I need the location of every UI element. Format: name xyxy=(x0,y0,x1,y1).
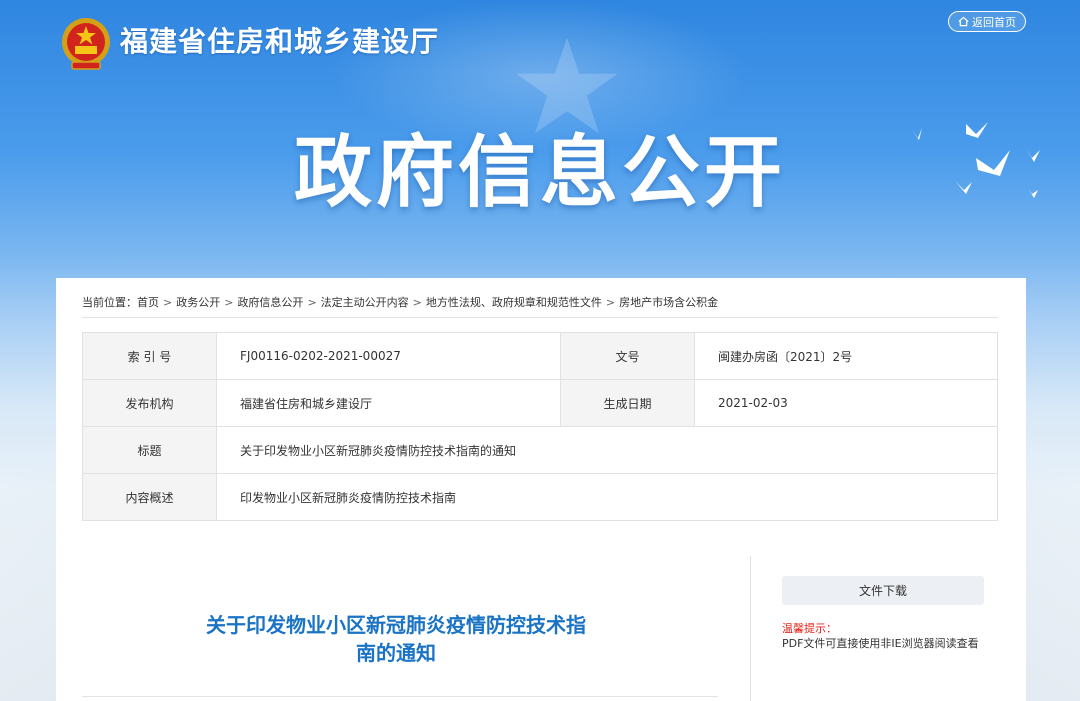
summary-value: 印发物业小区新冠肺炎疫情防控技术指南 xyxy=(216,473,998,521)
content-sidebar-divider xyxy=(750,556,751,701)
table-row: 发布机构 福建省住房和城乡建设厅 生成日期 2021-02-03 xyxy=(82,379,998,427)
breadcrumb-divider xyxy=(82,317,998,318)
home-icon xyxy=(958,16,969,27)
index-number-label: 索 引 号 xyxy=(82,332,217,380)
tip-label: 温馨提示： xyxy=(782,622,837,635)
dove-icon xyxy=(912,122,1040,198)
summary-label: 内容概述 xyxy=(82,473,217,521)
publisher-label: 发布机构 xyxy=(82,379,217,427)
breadcrumb-separator: > xyxy=(412,296,422,309)
breadcrumb-separator: > xyxy=(605,296,616,309)
index-number-value: FJ00116-0202-2021-00027 xyxy=(216,332,561,380)
publisher-value: 福建省住房和城乡建设厅 xyxy=(216,379,561,427)
breadcrumb: 当前位置：首页 > 政务公开 > 政府信息公开 > 法定主动公开内容 > 地方性法规、政府规章和… xyxy=(82,294,718,310)
date-value: 2021-02-03 xyxy=(694,379,998,427)
document-number-label: 文号 xyxy=(560,332,695,380)
document-title-line-2: 南的通知 xyxy=(356,641,436,665)
tip-text: PDF文件可直接使用非IE浏览器阅读查看 xyxy=(782,637,979,650)
breadcrumb-item-government-affairs[interactable]: 政务公开 xyxy=(176,296,220,309)
breadcrumb-separator: > xyxy=(163,296,173,309)
breadcrumb-item-home[interactable]: 首页 xyxy=(137,296,159,309)
title-value: 关于印发物业小区新冠肺炎疫情防控技术指南的通知 xyxy=(216,426,998,474)
date-label: 生成日期 xyxy=(560,379,695,427)
site-title[interactable]: 福建省住房和城乡建设厅 xyxy=(120,20,439,60)
breadcrumb-separator: > xyxy=(307,296,317,309)
document-metadata-table: 索 引 号 FJ00116-0202-2021-00027 文号 闽建办房函〔2… xyxy=(82,332,998,521)
table-row: 标题 关于印发物业小区新冠肺炎疫情防控技术指南的通知 xyxy=(82,426,998,474)
file-download-button[interactable]: 文件下载 xyxy=(782,576,984,605)
breadcrumb-prefix: 当前位置： xyxy=(82,296,137,309)
breadcrumb-separator: > xyxy=(224,296,234,309)
home-button[interactable]: 返回首页 xyxy=(948,11,1026,32)
breadcrumb-item-statutory-content[interactable]: 法定主动公开内容 xyxy=(321,296,409,309)
document-title: 关于印发物业小区新冠肺炎疫情防控技术指 南的通知 xyxy=(166,611,626,667)
document-title-divider xyxy=(82,696,718,697)
document-number-value: 闽建办房函〔2021〕2号 xyxy=(694,332,998,380)
national-emblem-icon[interactable] xyxy=(60,16,112,72)
table-row: 索 引 号 FJ00116-0202-2021-00027 文号 闽建办房函〔2… xyxy=(82,332,998,380)
breadcrumb-item-regulations[interactable]: 地方性法规、政府规章和规范性文件 xyxy=(426,296,602,309)
breadcrumb-item-real-estate[interactable]: 房地产市场含公积金 xyxy=(619,296,718,309)
home-button-label: 返回首页 xyxy=(972,15,1016,29)
breadcrumb-item-info-disclosure[interactable]: 政府信息公开 xyxy=(237,296,303,309)
document-title-line-1: 关于印发物业小区新冠肺炎疫情防控技术指 xyxy=(206,613,586,637)
title-label: 标题 xyxy=(82,426,217,474)
content-panel: 当前位置：首页 > 政务公开 > 政府信息公开 > 法定主动公开内容 > 地方性法规、政府规章和… xyxy=(56,278,1026,701)
table-row: 内容概述 印发物业小区新冠肺炎疫情防控技术指南 xyxy=(82,473,998,521)
